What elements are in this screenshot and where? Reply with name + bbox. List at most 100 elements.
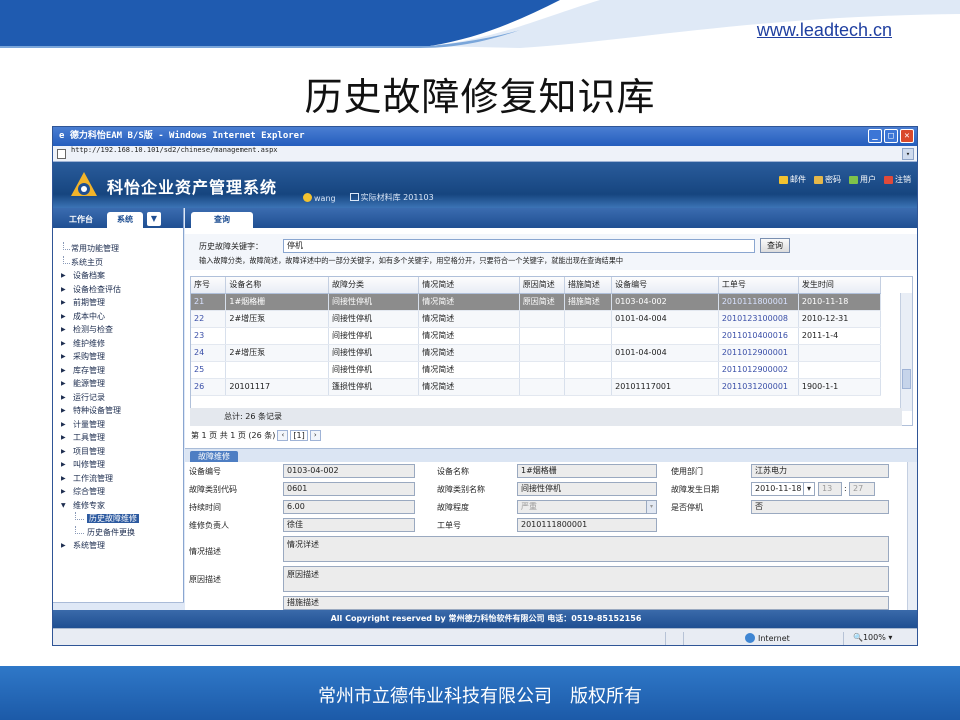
address-dropdown-icon[interactable]: ▾ [902, 148, 914, 160]
sidebar-item[interactable]: ▶ 设备档案 [61, 269, 183, 283]
collapsed-arrow-icon[interactable]: ▶ [61, 323, 66, 337]
sidebar-item[interactable]: ▼ 维修专家 [61, 499, 183, 513]
collapsed-arrow-icon[interactable]: ▶ [61, 337, 66, 351]
search-input[interactable]: 停机 [283, 239, 755, 253]
column-header[interactable]: 措施简述 [564, 277, 613, 294]
prev-page-button[interactable]: ‹ [277, 430, 289, 441]
table-cell[interactable]: 2010123100008 [718, 310, 799, 328]
sidebar-item[interactable]: ▶ 工作流管理 [61, 472, 183, 486]
form-vertical-scrollbar[interactable] [907, 462, 917, 610]
sidebar-item[interactable]: ▶ 计量管理 [61, 418, 183, 432]
sidebar-item[interactable]: 系统主页 [61, 255, 183, 270]
sidebar-item[interactable]: ▶ 前期管理 [61, 296, 183, 310]
duration-field[interactable]: 6.00 [283, 500, 415, 514]
sidebar-resize-grip[interactable] [53, 602, 184, 610]
collapsed-arrow-icon[interactable]: ▶ [61, 418, 66, 432]
sidebar-item[interactable]: ▶ 特种设备管理 [61, 404, 183, 418]
table-cell[interactable]: 21 [191, 293, 227, 311]
search-button[interactable]: 查询 [760, 238, 790, 253]
grid-scroll-thumb[interactable] [902, 369, 911, 389]
collapsed-arrow-icon[interactable]: ▶ [61, 404, 66, 418]
sidebar-item[interactable]: ▶ 工具管理 [61, 431, 183, 445]
collapsed-arrow-icon[interactable]: ▶ [61, 472, 66, 486]
next-page-button[interactable]: › [309, 430, 321, 441]
collapsed-arrow-icon[interactable]: ▶ [61, 391, 66, 405]
table-cell[interactable]: 2011010400016 [718, 327, 799, 345]
collapsed-arrow-icon[interactable]: ▶ [61, 296, 66, 310]
collapsed-arrow-icon[interactable]: ▶ [61, 364, 66, 378]
table-cell[interactable]: 25 [191, 361, 227, 379]
table-row[interactable]: 21 1#烟格栅 间接性停机 情况简述 原因简述 措施简述 0103-04-002 20101… [191, 293, 882, 311]
column-header[interactable]: 设备编号 [611, 277, 719, 294]
mail-link[interactable]: 邮件 [779, 174, 806, 185]
collapsed-arrow-icon[interactable]: ▶ [61, 310, 66, 324]
sidebar-item[interactable]: ▶ 设备检查评估 [61, 283, 183, 297]
fault-type-code-field[interactable]: 0601 [283, 482, 415, 496]
column-header[interactable]: 工单号 [718, 277, 799, 294]
column-header[interactable]: 原因简述 [519, 277, 565, 294]
measure-textarea[interactable]: 措施描述 [283, 596, 889, 610]
maximize-button[interactable]: □ [884, 129, 898, 143]
sidebar-item[interactable]: ▶ 采购管理 [61, 350, 183, 364]
table-cell[interactable]: 2011012900002 [718, 361, 799, 379]
page-number[interactable]: [1] [290, 430, 308, 441]
logout-link[interactable]: 注销 [884, 174, 911, 185]
table-cell[interactable]: 24 [191, 344, 227, 362]
sidebar-item[interactable]: ▶ 运行记录 [61, 391, 183, 405]
sidebar-item[interactable]: ▶ 能源管理 [61, 377, 183, 391]
table-cell[interactable]: 23 [191, 327, 227, 345]
collapsed-arrow-icon[interactable]: ▶ [61, 283, 66, 297]
fault-type-name-field[interactable]: 间接性停机 [517, 482, 657, 496]
collapsed-arrow-icon[interactable]: ▶ [61, 485, 66, 499]
owner-field[interactable]: 徐佳 [283, 518, 415, 532]
fault-hour-field[interactable]: 13 [818, 482, 842, 496]
minimize-button[interactable]: _ [868, 129, 882, 143]
table-row[interactable]: 24 2#增压泵 间接性停机 情况简述 0101-04-004 2011012900001 [191, 344, 882, 362]
collapsed-arrow-icon[interactable]: ▶ [61, 350, 66, 364]
collapsed-arrow-icon[interactable]: ▶ [61, 377, 66, 391]
address-bar[interactable]: http://192.168.10.101/sd2/chinese/manage… [53, 146, 917, 162]
table-cell[interactable]: 2011012900001 [718, 344, 799, 362]
order-field[interactable]: 2010111800001 [517, 518, 657, 532]
column-header[interactable]: 故障分类 [328, 277, 420, 294]
fault-min-field[interactable]: 27 [849, 482, 875, 496]
close-button[interactable]: ✕ [900, 129, 914, 143]
tab-system[interactable]: 系统 [107, 212, 143, 228]
expanded-arrow-icon[interactable]: ▼ [61, 499, 66, 513]
sidebar-item[interactable]: ▶ 库存管理 [61, 364, 183, 378]
sidebar-item[interactable]: ▶ 项目管理 [61, 445, 183, 459]
chevron-down-icon[interactable]: ▼ [147, 212, 161, 226]
table-row[interactable]: 25 间接性停机 情况简述 2011012900002 [191, 361, 882, 379]
tab-workbench[interactable]: 工作台 [59, 212, 103, 228]
sidebar-item[interactable]: ▶ 检测与检查 [61, 323, 183, 337]
device-code-field[interactable]: 0103-04-002 [283, 464, 415, 478]
column-header[interactable]: 发生时间 [798, 277, 882, 294]
sidebar-item[interactable]: 常用功能管理 [61, 242, 183, 256]
dept-field[interactable]: 江苏电力 [751, 464, 889, 478]
collapsed-arrow-icon[interactable]: ▶ [61, 445, 66, 459]
sidebar-item[interactable]: 历史故障维修 [61, 512, 183, 526]
table-cell[interactable]: 26 [191, 378, 227, 396]
device-name-field[interactable]: 1#烟格栅 [517, 464, 657, 478]
table-row[interactable]: 22 2#增压泵 间接性停机 情况简述 0101-04-004 2010123100008… [191, 310, 882, 328]
sidebar-item[interactable]: ▶ 维护维修 [61, 337, 183, 351]
site-url[interactable]: www.leadtech.cn [757, 20, 892, 41]
table-cell[interactable]: 2010111800001 [718, 293, 799, 311]
collapsed-arrow-icon[interactable]: ▶ [61, 458, 66, 472]
sidebar-item[interactable]: ▶ 综合管理 [61, 485, 183, 499]
security-zone[interactable]: Internet [745, 633, 790, 643]
column-header[interactable]: 设备名称 [225, 277, 329, 294]
zoom-control[interactable]: 🔍100% ▾ [853, 633, 892, 642]
password-link[interactable]: 密码 [814, 174, 841, 185]
table-row[interactable]: 26 20101117 篷损性停机 情况简述 20101117001 2011031200… [191, 378, 882, 396]
table-cell[interactable]: 22 [191, 310, 227, 328]
cause-textarea[interactable]: 原因描述 [283, 566, 889, 592]
date-picker-icon[interactable]: ▾ [803, 482, 815, 496]
grid-vertical-scrollbar[interactable] [900, 293, 912, 411]
tab-query[interactable]: 查询 [191, 212, 253, 228]
sidebar-item[interactable]: ▶ 叫修管理 [61, 458, 183, 472]
sidebar-item[interactable]: ▶ 系统管理 [61, 539, 183, 553]
severity-dropdown-icon[interactable]: ▾ [646, 501, 656, 513]
sidebar-item[interactable]: ▶ 成本中心 [61, 310, 183, 324]
stopped-field[interactable]: 否 [751, 500, 889, 514]
